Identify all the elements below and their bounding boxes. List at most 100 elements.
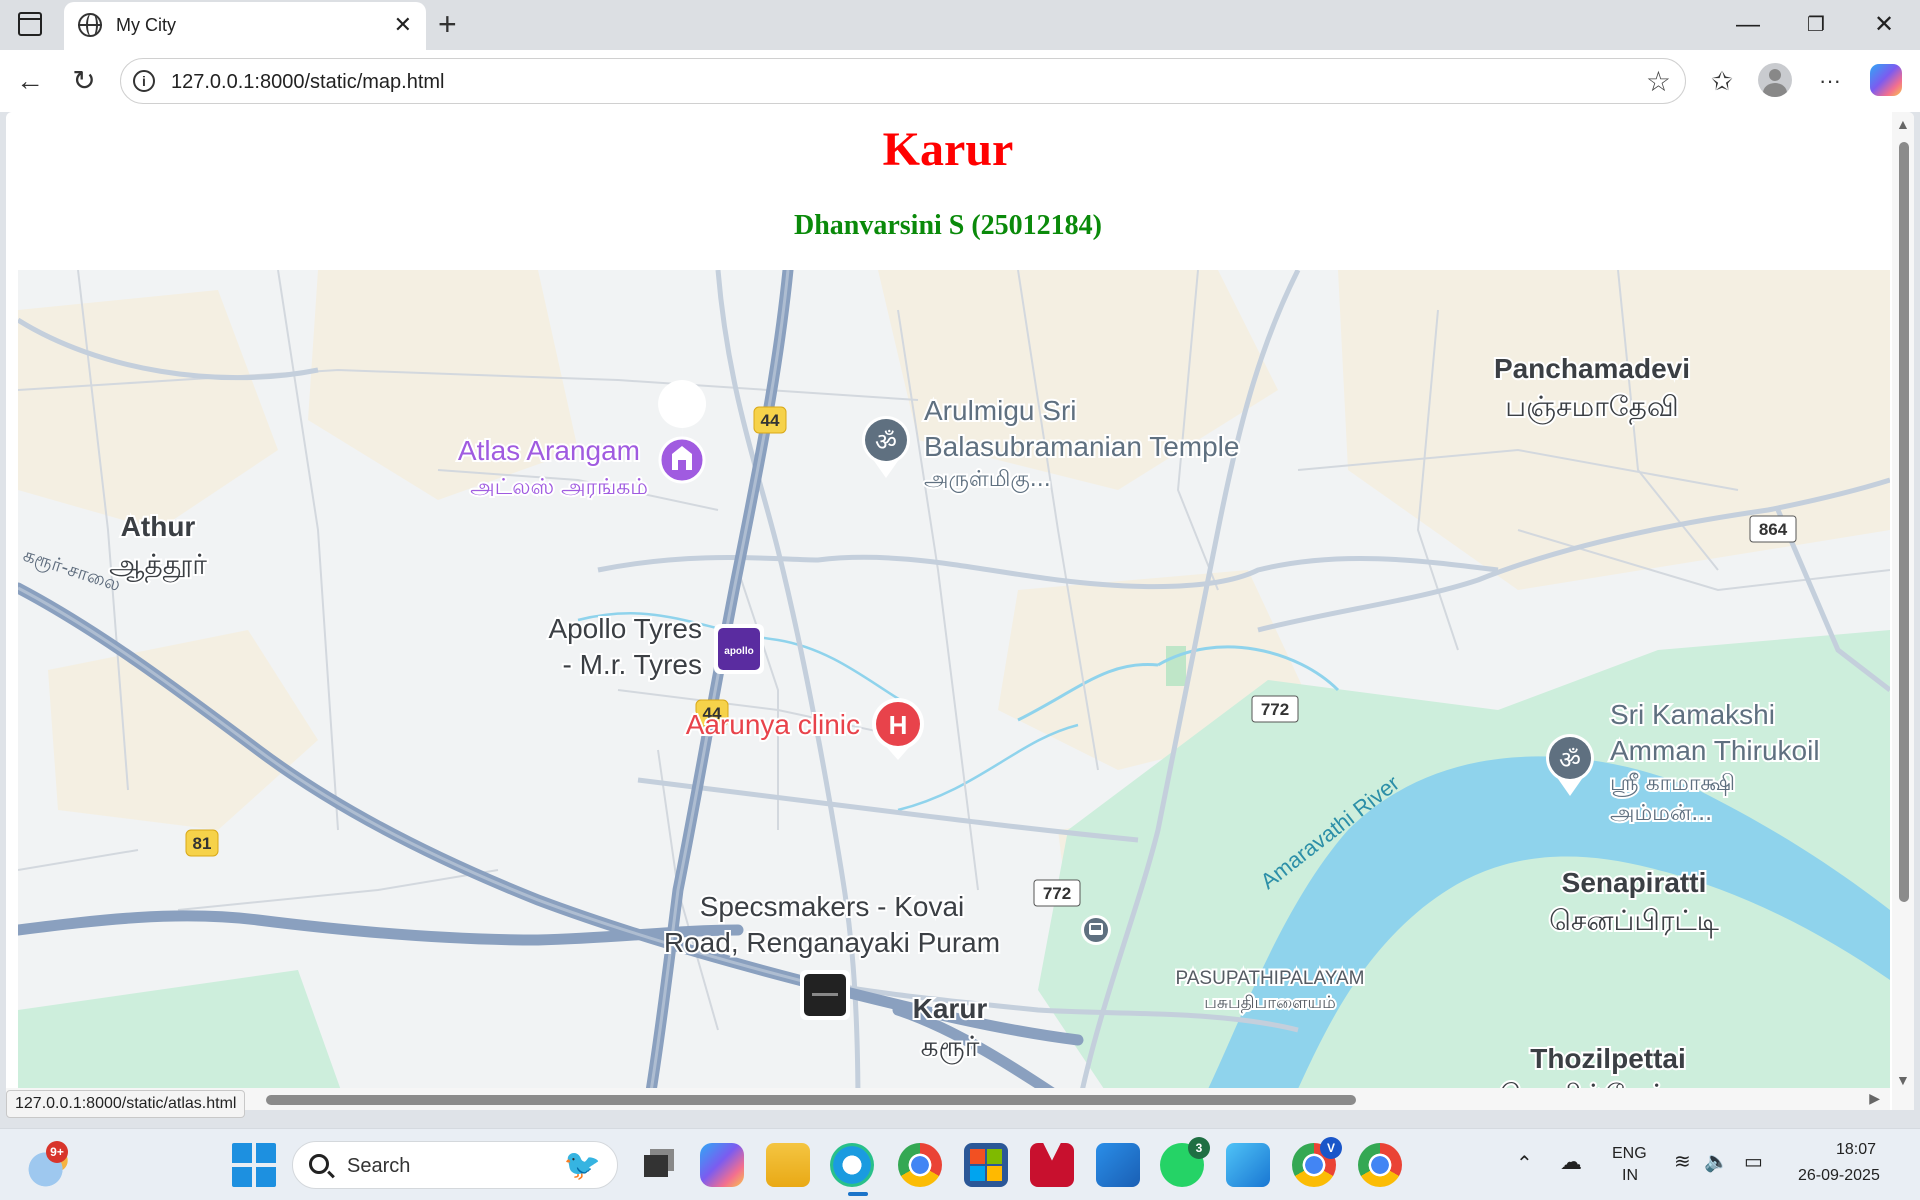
map-embed[interactable]: 44 44 81 772 772 864 கரூர்-சாலை Amaravat… — [18, 270, 1890, 1110]
taskbar-search[interactable]: Search 🐦 — [292, 1141, 618, 1189]
poi-apollo-label-line1: Apollo Tyres — [548, 613, 702, 644]
poi-apollo-label-line2: - M.r. Tyres — [563, 649, 703, 680]
place-panchamadevi: Panchamadevi — [1494, 353, 1690, 384]
photos-icon[interactable] — [1226, 1143, 1270, 1187]
poi-atlas-arangam-label: Atlas Arangam — [458, 435, 640, 466]
mcafee-icon[interactable] — [1030, 1143, 1074, 1187]
search-placeholder: Search — [347, 1155, 411, 1177]
page-title: Karur — [882, 123, 1014, 176]
clock-time[interactable]: 18:07 — [1836, 1141, 1876, 1159]
page-subtitle: Dhanvarsini S (25012184) — [793, 210, 1103, 241]
svg-text:H: H — [889, 710, 908, 740]
address-bar[interactable]: i 127.0.0.1:8000/static/map.html ☆ — [120, 58, 1686, 104]
svg-text:ॐ: ॐ — [1559, 746, 1581, 774]
windows-taskbar: 9+ Search 🐦 3 V ⌃ ☁ ENG IN ≋ 🔈 ▭ 18:07 2… — [0, 1128, 1920, 1200]
chrome-profile-badge: V — [1320, 1137, 1342, 1159]
poi-specsmakers-label-line2: Road, Renganayaki Puram — [664, 927, 1000, 958]
language-region[interactable]: IN — [1622, 1167, 1638, 1185]
road-shield-44-north: 44 — [761, 411, 780, 430]
scroll-down-arrow-icon[interactable]: ▼ — [1896, 1072, 1910, 1088]
browser-toolbar: ← ↻ i 127.0.0.1:8000/static/map.html ☆ ✩… — [0, 50, 1920, 112]
new-tab-button[interactable]: + — [438, 6, 457, 43]
road-shield-772-south: 772 — [1043, 884, 1071, 903]
wifi-icon[interactable]: ≋ — [1674, 1149, 1691, 1174]
edge-browser-icon[interactable] — [830, 1143, 874, 1187]
vertical-scrollbar[interactable]: ▲ ▼ — [1892, 112, 1914, 1110]
onedrive-icon[interactable]: ☁ — [1560, 1149, 1582, 1175]
place-thozilpettai: Thozilpettai — [1530, 1043, 1686, 1074]
poi-kamakshi-label-line1: Sri Kamakshi — [1610, 699, 1775, 730]
globe-icon — [78, 13, 102, 37]
minimize-icon[interactable]: — — [1718, 6, 1778, 44]
vertical-scroll-thumb[interactable] — [1899, 142, 1909, 902]
favorites-icon[interactable]: ✩ — [1704, 64, 1740, 100]
tab-bar: My City ✕ + — ❐ ✕ — [0, 0, 1920, 50]
road-shield-81: 81 — [193, 834, 212, 853]
microsoft-store-icon[interactable] — [964, 1143, 1008, 1187]
poi-kamakshi-tamil-line2: அம்மன்... — [1610, 801, 1712, 826]
language-code[interactable]: ENG — [1612, 1145, 1647, 1163]
more-options-icon[interactable]: ··· — [1812, 64, 1848, 100]
road-shield-772-east: 772 — [1261, 700, 1289, 719]
window-close-icon[interactable]: ✕ — [1854, 6, 1914, 44]
chrome-second-icon[interactable] — [1358, 1143, 1402, 1187]
poi-kamakshi-tamil-line1: ஸ்ரீ காமாக்ஷி — [1610, 771, 1735, 797]
svg-text:apollo: apollo — [724, 646, 753, 657]
bus-stop-icon[interactable] — [1081, 915, 1111, 945]
restore-icon[interactable]: ❐ — [1786, 6, 1846, 44]
store-icon — [800, 970, 850, 1020]
vscode-icon[interactable] — [1096, 1143, 1140, 1187]
refresh-icon[interactable]: ↻ — [64, 61, 104, 101]
url-text[interactable]: 127.0.0.1:8000/static/map.html — [171, 71, 445, 94]
poi-temple-label-line2: Balasubramanian Temple — [924, 431, 1239, 462]
copilot-icon[interactable] — [1870, 64, 1902, 96]
start-menu-icon[interactable] — [232, 1143, 276, 1187]
link-status-tooltip: 127.0.0.1:8000/static/atlas.html — [6, 1090, 246, 1118]
place-pasupathipalayam-tamil: பசுபதிபாளையம் — [1204, 993, 1336, 1013]
place-pasupathipalayam: PASUPATHIPALAYAM — [1176, 968, 1365, 989]
svg-text:ॐ: ॐ — [875, 428, 897, 456]
task-view-icon[interactable] — [636, 1143, 680, 1187]
apollo-logo-icon: apollo — [714, 624, 764, 674]
search-highlight-bird-icon: 🐦 — [563, 1149, 601, 1182]
horizontal-scrollbar[interactable]: ▶ — [6, 1088, 1890, 1110]
poi-specsmakers-label-line1: Specsmakers - Kovai — [700, 891, 965, 922]
place-senapiratti: Senapiratti — [1562, 867, 1707, 898]
place-athur: Athur — [121, 511, 196, 542]
poi-atlas-arangam-tamil: அட்லஸ் அரங்கம் — [470, 475, 648, 500]
tab-title: My City — [116, 15, 176, 35]
file-explorer-icon[interactable] — [766, 1143, 810, 1187]
profile-avatar[interactable] — [1758, 63, 1792, 97]
scroll-right-arrow-icon[interactable]: ▶ — [1869, 1090, 1880, 1107]
edge-active-indicator — [848, 1192, 868, 1196]
volume-icon[interactable]: 🔈 — [1704, 1149, 1729, 1174]
weather-badge: 9+ — [46, 1141, 68, 1163]
chrome-icon[interactable] — [898, 1143, 942, 1187]
back-arrow-icon[interactable]: ← — [10, 61, 50, 101]
map-canvas[interactable]: 44 44 81 772 772 864 கரூர்-சாலை Amaravat… — [18, 270, 1890, 1110]
place-karur-tamil: கரூர் — [921, 1030, 980, 1065]
place-panchamadevi-tamil: பஞ்சமாதேவி — [1505, 390, 1679, 425]
place-senapiratti-tamil: செனப்பிரட்டி — [1549, 904, 1720, 938]
page-viewport: Karur Dhanvarsini S (25012184) 44 44 81 … — [6, 112, 1914, 1110]
clock-date[interactable]: 26-09-2025 — [1798, 1167, 1880, 1185]
poi-kamakshi-label-line2: Amman Thirukoil — [1610, 735, 1820, 766]
place-athur-tamil: ஆத்தூர் — [109, 548, 207, 583]
copilot-app-icon[interactable] — [700, 1143, 744, 1187]
close-tab-icon[interactable]: ✕ — [394, 11, 412, 39]
browser-tab[interactable]: My City ✕ — [64, 2, 426, 50]
site-info-icon[interactable]: i — [133, 70, 155, 92]
battery-icon[interactable]: ▭ — [1744, 1149, 1763, 1174]
place-karur: Karur — [913, 993, 988, 1024]
poi-clinic-label: Aarunya clinic — [686, 709, 860, 740]
tray-expand-icon[interactable]: ⌃ — [1516, 1151, 1533, 1176]
favorite-star-icon[interactable]: ☆ — [1646, 65, 1671, 98]
whatsapp-badge: 3 — [1188, 1137, 1210, 1159]
poi-temple-label-line1: Arulmigu Sri — [924, 395, 1076, 426]
horizontal-scroll-thumb[interactable] — [266, 1095, 1356, 1105]
scroll-up-arrow-icon[interactable]: ▲ — [1896, 116, 1910, 132]
tab-actions-icon[interactable] — [18, 12, 42, 36]
poi-temple-tamil: அருள்மிகு... — [924, 467, 1051, 493]
road-shield-864: 864 — [1759, 520, 1788, 539]
search-icon — [309, 1154, 329, 1174]
